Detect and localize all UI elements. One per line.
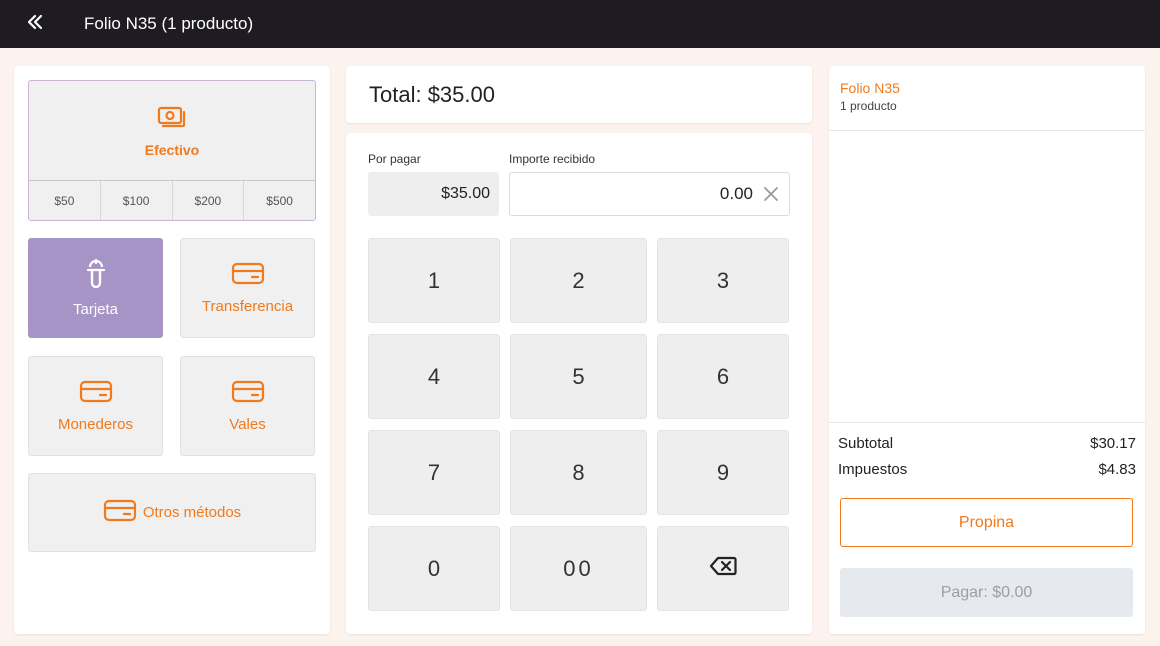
backspace-button[interactable] xyxy=(657,526,789,611)
key-6[interactable]: 6 xyxy=(657,334,789,419)
cash-icon xyxy=(157,105,187,134)
bill-100-button[interactable]: $100 xyxy=(101,181,173,220)
close-icon[interactable] xyxy=(763,186,779,202)
page-title: Folio N35 (1 producto) xyxy=(84,14,254,33)
items-count: 1 producto xyxy=(840,99,897,113)
otros-metodos-button[interactable]: Otros métodos xyxy=(28,473,316,552)
impuestos-value: $4.83 xyxy=(1098,461,1136,478)
bill-500-button[interactable]: $500 xyxy=(244,181,315,220)
key-0[interactable]: 0 xyxy=(368,526,500,611)
pagar-button[interactable]: Pagar: $0.00 xyxy=(840,568,1133,617)
subtotal-value: $30.17 xyxy=(1090,435,1136,452)
key-00[interactable]: 00 xyxy=(510,526,647,611)
backspace-icon xyxy=(709,556,737,582)
transferencia-method-button[interactable]: Transferencia xyxy=(180,238,315,338)
subtotal-row: Subtotal $30.17 xyxy=(838,435,1136,452)
key-7[interactable]: 7 xyxy=(368,430,500,515)
top-bar: Folio N35 (1 producto) xyxy=(0,0,1160,48)
tarjeta-label: Tarjeta xyxy=(72,301,119,318)
transferencia-label: Transferencia xyxy=(201,298,294,315)
importe-recibido-label: Importe recibido xyxy=(509,152,596,166)
double-chevron-left-icon xyxy=(26,13,44,36)
total-amount: Total: $35.00 xyxy=(369,81,495,107)
key-8[interactable]: 8 xyxy=(510,430,647,515)
importe-recibido-field[interactable]: 0.00 xyxy=(509,172,790,216)
key-5[interactable]: 5 xyxy=(510,334,647,419)
folio-name: Folio N35 xyxy=(840,80,900,96)
payment-methods-panel: Efectivo $50 $100 $200 $500 Tarjeta Tran… xyxy=(14,66,330,634)
keypad-panel: Por pagar Importe recibido $35.00 0.00 1… xyxy=(346,133,812,634)
credit-card-icon xyxy=(103,498,137,527)
bill-shortcuts: $50 $100 $200 $500 xyxy=(29,180,315,220)
monederos-label: Monederos xyxy=(57,416,134,433)
impuestos-label: Impuestos xyxy=(838,461,908,478)
vales-method-button[interactable]: Vales xyxy=(180,356,315,456)
key-1[interactable]: 1 xyxy=(368,238,500,323)
importe-recibido-value: 0.00 xyxy=(719,184,753,203)
propina-button[interactable]: Propina xyxy=(840,498,1133,547)
credit-card-icon xyxy=(79,379,113,408)
monederos-method-button[interactable]: Monederos xyxy=(28,356,163,456)
card-terminal-icon xyxy=(85,258,107,293)
key-2[interactable]: 2 xyxy=(510,238,647,323)
key-9[interactable]: 9 xyxy=(657,430,789,515)
efectivo-button[interactable]: Efectivo xyxy=(29,81,315,181)
por-pagar-value: $35.00 xyxy=(368,172,499,216)
por-pagar-label: Por pagar xyxy=(368,152,421,166)
bill-50-button[interactable]: $50 xyxy=(29,181,101,220)
credit-card-icon xyxy=(231,261,265,290)
efectivo-label: Efectivo xyxy=(144,141,200,158)
summary-divider xyxy=(829,422,1145,423)
bill-200-button[interactable]: $200 xyxy=(173,181,245,220)
impuestos-row: Impuestos $4.83 xyxy=(838,461,1136,478)
order-summary-panel: Folio N35 1 producto Subtotal $30.17 Imp… xyxy=(829,66,1145,634)
credit-card-icon xyxy=(231,379,265,408)
back-button[interactable] xyxy=(0,0,70,48)
otros-metodos-label: Otros métodos xyxy=(142,504,242,521)
vales-label: Vales xyxy=(229,416,266,433)
folio-header: Folio N35 1 producto xyxy=(829,66,1145,131)
total-panel: Total: $35.00 xyxy=(346,66,812,123)
efectivo-method[interactable]: Efectivo $50 $100 $200 $500 xyxy=(28,80,316,221)
key-4[interactable]: 4 xyxy=(368,334,500,419)
key-3[interactable]: 3 xyxy=(657,238,789,323)
tarjeta-method-button[interactable]: Tarjeta xyxy=(28,238,163,338)
subtotal-label: Subtotal xyxy=(838,435,894,452)
